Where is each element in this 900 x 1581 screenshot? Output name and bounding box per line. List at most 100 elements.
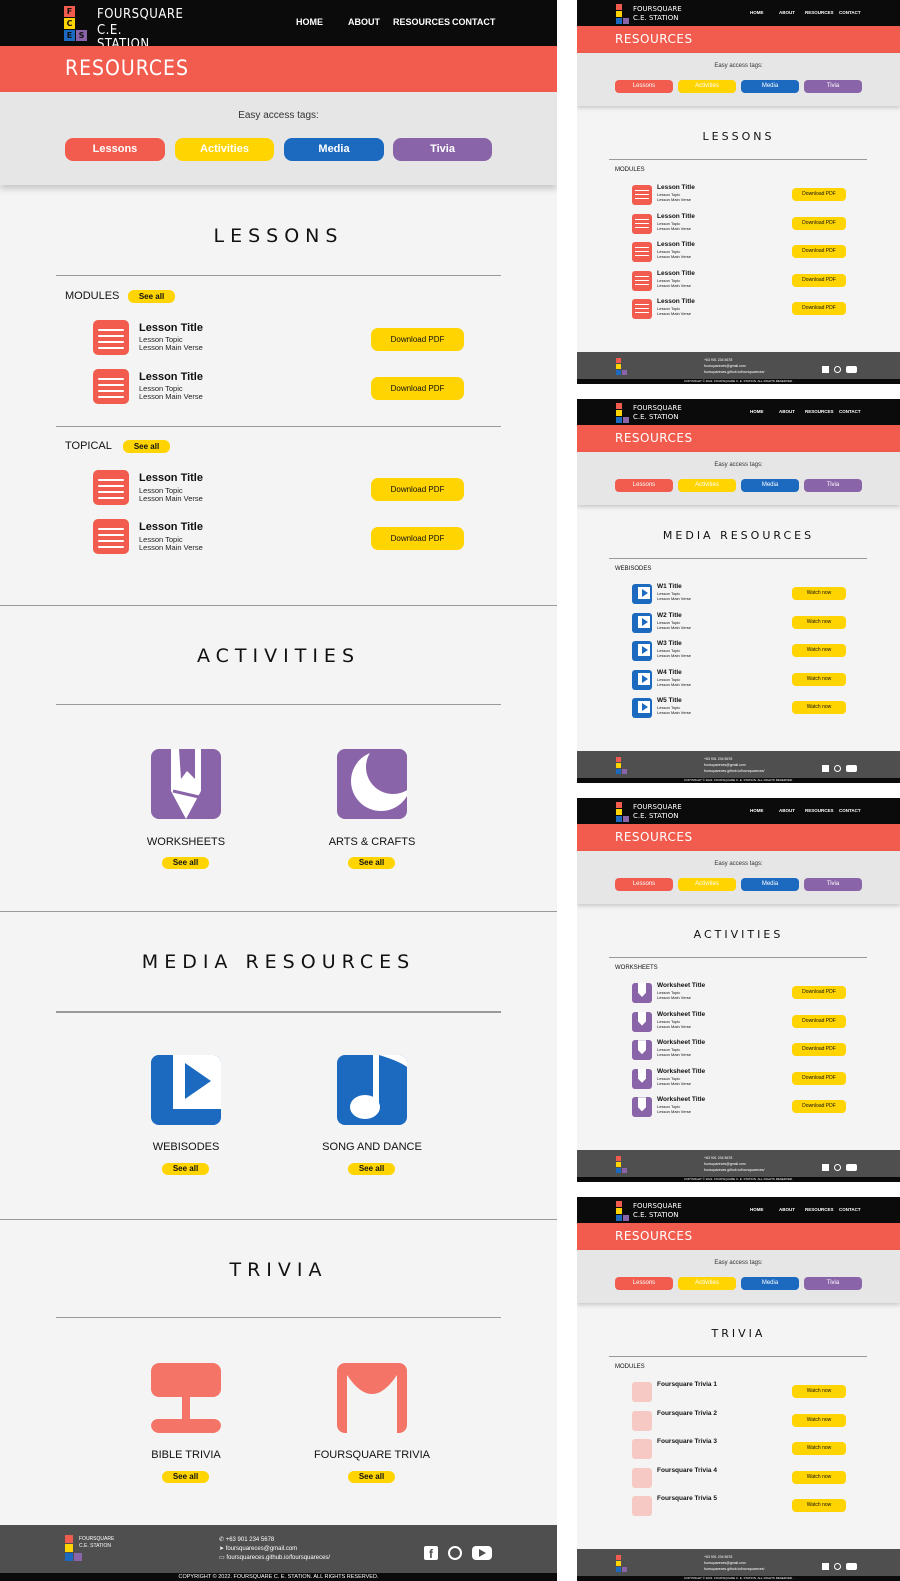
thumb-nav-home[interactable]: HOME bbox=[750, 1207, 764, 1212]
thumb-item-title[interactable]: Foursquare Trivia 2 bbox=[657, 1410, 717, 1417]
thumb-tag-2[interactable]: Media bbox=[741, 479, 799, 492]
thumb-item-title[interactable]: Lesson Title bbox=[657, 213, 695, 220]
thumb-tag-1[interactable]: Activities bbox=[678, 80, 736, 93]
thumb-tag-2[interactable]: Media bbox=[741, 80, 799, 93]
thumb-item-title[interactable]: Worksheet Title bbox=[657, 1039, 705, 1046]
thumb-tag-0[interactable]: Lessons bbox=[615, 479, 673, 492]
facebook-icon[interactable] bbox=[822, 765, 829, 772]
thumb-item-title[interactable]: W4 Title bbox=[657, 669, 682, 676]
thumb-nav-contact[interactable]: CONTACT bbox=[839, 1207, 861, 1212]
thumb-tag-2[interactable]: Media bbox=[741, 1277, 799, 1290]
pencil-icon[interactable] bbox=[151, 749, 221, 819]
youtube-icon[interactable] bbox=[846, 1563, 857, 1570]
thumb-nav-resources[interactable]: RESOURCES bbox=[805, 1207, 834, 1212]
tag-activities[interactable]: Activities bbox=[175, 138, 274, 161]
thumb-footer-email[interactable]: foursquareces@gmail.com bbox=[704, 364, 746, 368]
moon-icon[interactable] bbox=[337, 749, 407, 819]
thumb-footer-email[interactable]: foursquareces@gmail.com bbox=[704, 1162, 746, 1166]
thumb-action-button[interactable]: Download PDF bbox=[792, 1043, 846, 1057]
thumb-nav-contact[interactable]: CONTACT bbox=[839, 409, 861, 414]
messenger-icon[interactable] bbox=[834, 1164, 841, 1171]
song-see-all-button[interactable]: See all bbox=[348, 1163, 395, 1175]
thumb-footer-site[interactable]: foursquareces.github.io/foursquareces/ bbox=[704, 1567, 765, 1571]
thumb-nav-contact[interactable]: CONTACT bbox=[839, 10, 861, 15]
thumb-tag-1[interactable]: Activities bbox=[678, 1277, 736, 1290]
thumb-action-button[interactable]: Watch now bbox=[792, 1413, 846, 1427]
lesson-title[interactable]: Lesson Title bbox=[139, 521, 203, 533]
nav-contact[interactable]: CONTACT bbox=[452, 17, 495, 27]
thumb-nav-home[interactable]: HOME bbox=[750, 808, 764, 813]
nav-about[interactable]: ABOUT bbox=[348, 17, 380, 27]
thumb-tag-3[interactable]: Tivia bbox=[804, 479, 862, 492]
thumb-item-title[interactable]: Foursquare Trivia 3 bbox=[657, 1438, 717, 1445]
nav-home[interactable]: HOME bbox=[296, 17, 323, 27]
messenger-icon[interactable] bbox=[834, 366, 841, 373]
tag-trivia[interactable]: Tivia bbox=[393, 138, 492, 161]
thumb-nav-resources[interactable]: RESOURCES bbox=[805, 409, 834, 414]
facebook-icon[interactable] bbox=[822, 1164, 829, 1171]
facebook-icon[interactable]: f bbox=[424, 1546, 438, 1561]
footer-email[interactable]: ➤ foursquareces@gmail.com bbox=[219, 1545, 297, 1552]
thumb-action-button[interactable]: Watch now bbox=[792, 1442, 846, 1456]
footer-logo[interactable]: FOURSQUARE C.E. STATION bbox=[65, 1535, 125, 1565]
thumb-action-button[interactable]: Watch now bbox=[792, 701, 846, 715]
thumb-action-button[interactable]: Download PDF bbox=[792, 216, 846, 230]
tag-media[interactable]: Media bbox=[284, 138, 384, 161]
music-note-icon[interactable] bbox=[337, 1055, 407, 1125]
thumb-item-title[interactable]: Lesson Title bbox=[657, 241, 695, 248]
thumb-nav-about[interactable]: ABOUT bbox=[779, 409, 795, 414]
thumb-item-title[interactable]: W5 Title bbox=[657, 697, 682, 704]
thumb-nav-home[interactable]: HOME bbox=[750, 409, 764, 414]
thumb-action-button[interactable]: Download PDF bbox=[792, 1100, 846, 1114]
modules-see-all-button[interactable]: See all bbox=[128, 290, 175, 303]
topical-see-all-button[interactable]: See all bbox=[123, 440, 170, 453]
thumb-footer-email[interactable]: foursquareces@gmail.com bbox=[704, 763, 746, 767]
thumb-action-button[interactable]: Watch now bbox=[792, 587, 846, 600]
footer-site[interactable]: ▭ foursquareces.github.io/foursquareces/ bbox=[219, 1554, 330, 1561]
facebook-icon[interactable] bbox=[822, 1563, 829, 1570]
thumb-nav-about[interactable]: ABOUT bbox=[779, 1207, 795, 1212]
thumb-item-title[interactable]: Lesson Title bbox=[657, 298, 695, 305]
thumb-action-button[interactable]: Watch now bbox=[792, 644, 846, 658]
thumb-item-title[interactable]: W1 Title bbox=[657, 583, 682, 590]
youtube-icon[interactable] bbox=[846, 765, 857, 772]
site-logo[interactable]: F C E S FOURSQUARE C.E. STATION bbox=[64, 6, 183, 51]
youtube-icon[interactable] bbox=[472, 1546, 492, 1560]
download-pdf-button[interactable]: Download PDF bbox=[371, 377, 464, 400]
thumb-nav-home[interactable]: HOME bbox=[750, 10, 764, 15]
thumb-action-button[interactable]: Watch now bbox=[792, 672, 846, 686]
video-play-icon[interactable] bbox=[151, 1055, 221, 1125]
thumb-nav-about[interactable]: ABOUT bbox=[779, 808, 795, 813]
thumb-tag-0[interactable]: Lessons bbox=[615, 80, 673, 93]
youtube-icon[interactable] bbox=[846, 366, 857, 373]
worksheets-see-all-button[interactable]: See all bbox=[162, 857, 209, 869]
nav-resources[interactable]: RESOURCES bbox=[393, 17, 450, 27]
curtain-icon[interactable] bbox=[337, 1363, 407, 1433]
thumb-item-title[interactable]: Worksheet Title bbox=[657, 1096, 705, 1103]
download-pdf-button[interactable]: Download PDF bbox=[371, 328, 464, 351]
lesson-title[interactable]: Lesson Title bbox=[139, 472, 203, 484]
thumb-action-button[interactable]: Download PDF bbox=[792, 273, 846, 287]
facebook-icon[interactable] bbox=[822, 366, 829, 373]
thumb-nav-contact[interactable]: CONTACT bbox=[839, 808, 861, 813]
thumb-item-title[interactable]: Foursquare Trivia 4 bbox=[657, 1467, 717, 1474]
download-pdf-button[interactable]: Download PDF bbox=[371, 478, 464, 501]
thumb-action-button[interactable]: Watch now bbox=[792, 1499, 846, 1513]
thumb-item-title[interactable]: W2 Title bbox=[657, 612, 682, 619]
thumb-nav-about[interactable]: ABOUT bbox=[779, 10, 795, 15]
messenger-icon[interactable] bbox=[834, 1563, 841, 1570]
thumb-tag-2[interactable]: Media bbox=[741, 878, 799, 891]
messenger-icon[interactable] bbox=[834, 765, 841, 772]
thumb-item-title[interactable]: Foursquare Trivia 5 bbox=[657, 1495, 717, 1502]
thumb-tag-3[interactable]: Tivia bbox=[804, 1277, 862, 1290]
messenger-icon[interactable] bbox=[448, 1546, 462, 1560]
youtube-icon[interactable] bbox=[846, 1164, 857, 1171]
thumb-item-title[interactable]: Worksheet Title bbox=[657, 982, 705, 989]
thumb-action-button[interactable]: Download PDF bbox=[792, 302, 846, 316]
thumb-action-button[interactable]: Download PDF bbox=[792, 245, 846, 259]
thumb-tag-0[interactable]: Lessons bbox=[615, 878, 673, 891]
thumb-action-button[interactable]: Download PDF bbox=[792, 188, 846, 201]
thumb-item-title[interactable]: W3 Title bbox=[657, 640, 682, 647]
foursquare-trivia-see-all-button[interactable]: See all bbox=[348, 1471, 395, 1483]
thumb-item-title[interactable]: Foursquare Trivia 1 bbox=[657, 1381, 717, 1388]
